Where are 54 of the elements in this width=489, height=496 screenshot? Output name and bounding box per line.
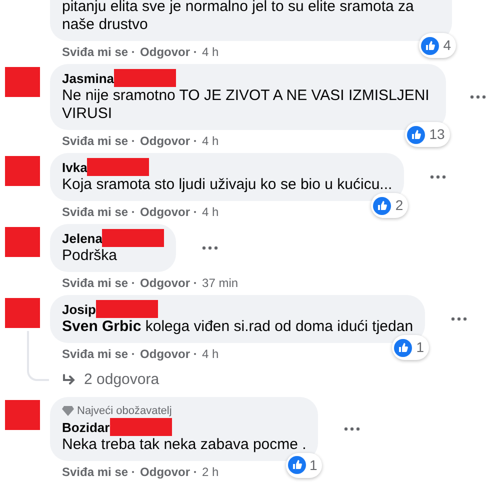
reply-link[interactable]: Odgovor: [140, 347, 190, 361]
fan-badge-label: Najveći obožavatelj: [77, 404, 172, 418]
reply-arrow-icon: [62, 374, 76, 386]
timestamp: 4 h: [202, 205, 219, 219]
author-name[interactable]: Bozidar: [62, 420, 110, 436]
comment-text: Koja sramota sto ljudi uživaju ko se bio u kućicu...: [62, 176, 392, 194]
comment-text: Ne nije sramotno TO JE ZIVOT A NE VASI IZMISLJENI VIRUSI: [62, 87, 430, 123]
redacted-avatar: [4, 298, 40, 328]
like-icon: [421, 36, 440, 54]
timestamp: 2 h: [202, 464, 219, 478]
like-link[interactable]: Sviđa mi se: [62, 134, 128, 148]
author-name[interactable]: Josip: [62, 302, 96, 318]
reaction-count[interactable]: 1: [286, 452, 322, 478]
like-icon: [407, 126, 426, 144]
reaction-count[interactable]: 2: [371, 193, 408, 218]
comment-text: Podrška: [62, 247, 118, 265]
timestamp: 4 h: [202, 134, 219, 148]
like-icon: [373, 196, 392, 214]
timestamp: 37 min: [202, 276, 238, 290]
comment-text: pitanju elita sve je normalno jel to su elite sramota za naše drustvo: [62, 0, 415, 34]
more-icon: [470, 95, 486, 99]
like-icon: [394, 338, 412, 356]
reply-link[interactable]: Odgovor: [140, 276, 190, 290]
like-link[interactable]: Sviđa mi se: [62, 464, 128, 478]
comment-text: Neka treba tak neka zabava pocme .: [62, 436, 306, 454]
author-name[interactable]: Ivka: [62, 160, 88, 176]
like-link[interactable]: Sviđa mi se: [62, 276, 128, 290]
reply-link[interactable]: Odgovor: [140, 205, 190, 219]
timestamp: 4 h: [202, 45, 219, 59]
like-link[interactable]: Sviđa mi se: [62, 205, 128, 219]
timestamp: 4 h: [202, 347, 219, 361]
redacted-avatar: [4, 227, 40, 257]
thread-line: [27, 331, 49, 381]
author-name[interactable]: Jelena: [62, 231, 102, 247]
redacted-avatar: [4, 400, 40, 430]
more-icon: [202, 246, 218, 250]
comment-text: Sven Grbic kolega viđen si.rad od doma idući tjedan: [62, 318, 414, 336]
view-replies-link[interactable]: 2 odgovora: [84, 369, 160, 392]
more-icon: [451, 317, 468, 321]
author-name[interactable]: Jasmina: [62, 71, 114, 87]
more-icon: [430, 175, 446, 179]
diamond-icon: [62, 406, 74, 416]
like-icon: [288, 456, 306, 474]
reply-link[interactable]: Odgovor: [140, 464, 190, 478]
reaction-count[interactable]: 1: [392, 335, 430, 360]
redacted-avatar: [4, 67, 40, 97]
reaction-count[interactable]: 4: [419, 33, 456, 58]
like-link[interactable]: Sviđa mi se: [62, 347, 128, 361]
like-link[interactable]: Sviđa mi se: [62, 45, 128, 59]
redacted-avatar: [4, 156, 40, 186]
reply-link[interactable]: Odgovor: [140, 45, 190, 59]
reaction-count[interactable]: 13: [405, 122, 450, 147]
reply-link[interactable]: Odgovor: [140, 134, 190, 148]
more-icon: [344, 426, 360, 430]
